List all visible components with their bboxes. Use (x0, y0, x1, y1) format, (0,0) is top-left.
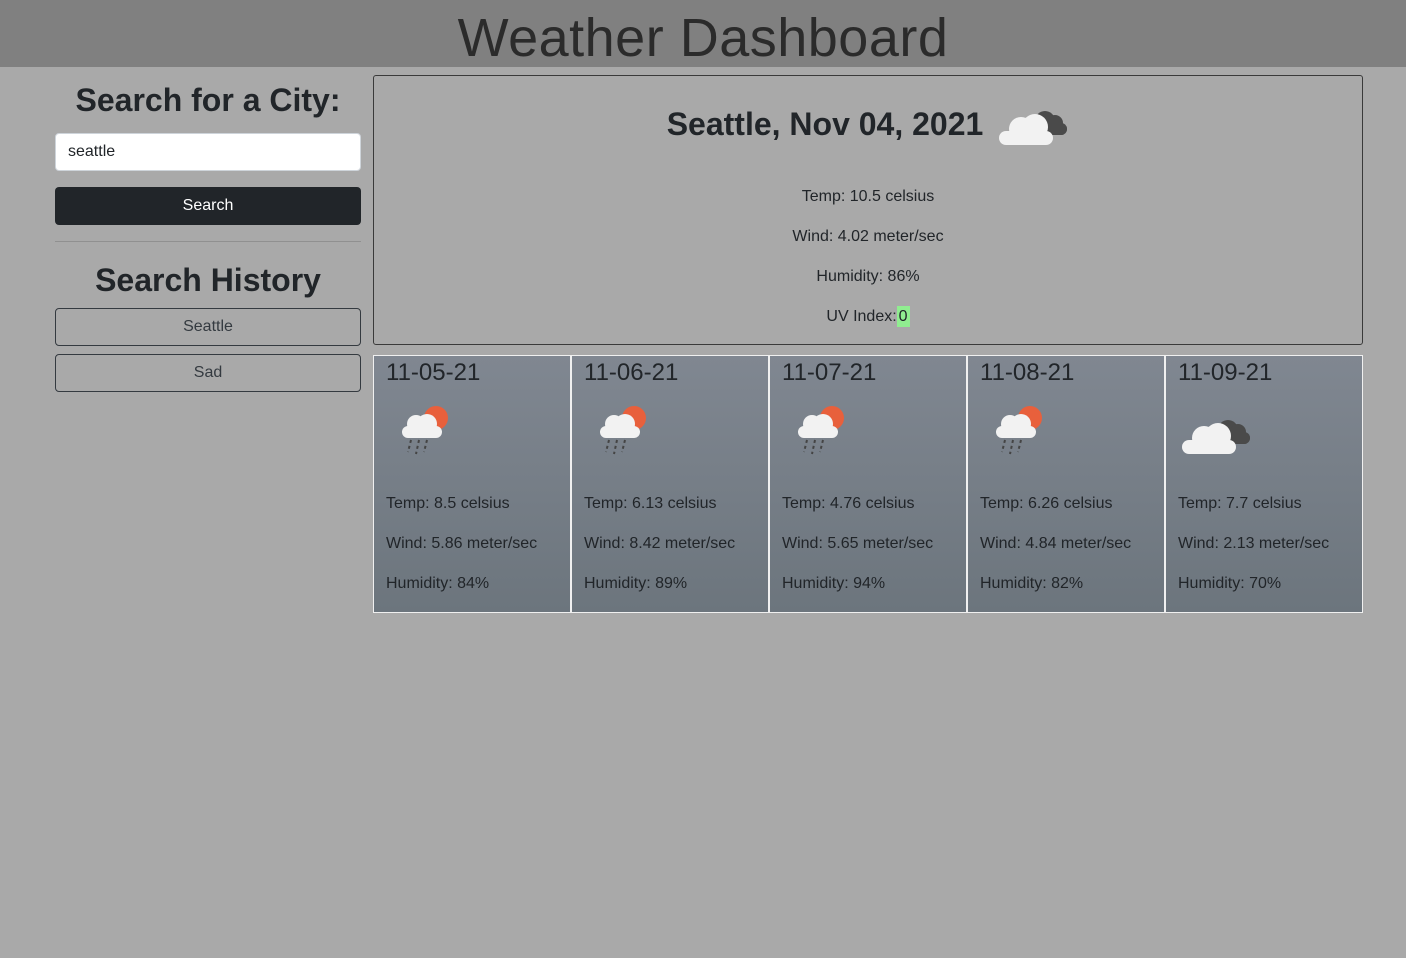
forecast-card: 11-05-21 Temp: 8.5 celsius Wind: 5.86 me… (373, 355, 571, 613)
forecast-humidity: Humidity: 82% (980, 575, 1084, 592)
forecast-temp: Temp: 7.7 celsius (1178, 495, 1302, 512)
forecast-wind: Wind: 8.42 meter/sec (584, 535, 736, 552)
page-header: Weather Dashboard (0, 0, 1406, 67)
forecast-date: 11-05-21 (386, 359, 481, 386)
search-button[interactable]: Search (55, 187, 361, 225)
city-search-input[interactable] (55, 133, 361, 171)
history-item-seattle[interactable]: Seattle (55, 308, 361, 346)
forecast-humidity: Humidity: 84% (386, 575, 490, 592)
forecast-temp: Temp: 8.5 celsius (386, 495, 510, 512)
divider (55, 241, 361, 242)
forecast-wind: Wind: 4.84 meter/sec (980, 535, 1132, 552)
forecast-humidity: Humidity: 70% (1178, 575, 1282, 592)
forecast-date: 11-07-21 (782, 359, 877, 386)
rain-sun-icon (798, 406, 844, 455)
current-weather-panel: Seattle, Nov 04, 2021 Temp: 10.5 celsius… (373, 75, 1363, 345)
history-item-sad[interactable]: Sad (55, 354, 361, 392)
sidebar: Search for a City: Search Search History… (55, 67, 361, 392)
search-title: Search for a City: (75, 82, 341, 118)
rain-sun-icon (996, 406, 1042, 455)
forecast-temp: Temp: 6.13 celsius (584, 495, 717, 512)
current-uv: UV Index: 0 (374, 305, 1362, 329)
forecast-wind: Wind: 5.86 meter/sec (386, 535, 538, 552)
rain-sun-icon (600, 406, 646, 455)
cloudy-icon (1182, 420, 1250, 454)
forecast-temp: Temp: 4.76 celsius (782, 495, 915, 512)
forecast-card: 11-07-21 Temp: 4.76 celsius Wind: 5.65 m… (769, 355, 967, 613)
current-humidity: Humidity: 86% (816, 268, 920, 285)
forecast-temp: Temp: 6.26 celsius (980, 495, 1113, 512)
forecast-date: 11-09-21 (1178, 359, 1273, 386)
forecast-wind: Wind: 2.13 meter/sec (1178, 535, 1330, 552)
forecast-card: 11-08-21 Temp: 6.26 celsius Wind: 4.84 m… (967, 355, 1165, 613)
uv-value-badge: 0 (896, 306, 910, 327)
current-city-date: Seattle, Nov 04, 2021 (666, 105, 984, 142)
forecast-date: 11-08-21 (980, 359, 1075, 386)
current-wind: Wind: 4.02 meter/sec (792, 228, 944, 245)
forecast-card: 11-09-21 Temp: 7.7 celsius Wind: 2.13 me… (1165, 355, 1363, 613)
forecast-wind: Wind: 5.65 meter/sec (782, 535, 934, 552)
page-title: Weather Dashboard (457, 7, 949, 68)
current-temp: Temp: 10.5 celsius (801, 188, 935, 205)
forecast-humidity: Humidity: 94% (782, 575, 886, 592)
forecast-humidity: Humidity: 89% (584, 575, 688, 592)
forecast-date: 11-06-21 (584, 359, 679, 386)
rain-sun-icon (402, 406, 448, 455)
five-day-forecast: 11-05-21 Temp: 8.5 celsius Wind: 5.86 me… (373, 355, 1363, 613)
uv-label: UV Index: (826, 308, 897, 325)
cloudy-icon (999, 111, 1068, 145)
search-history-title: Search History (95, 262, 321, 298)
forecast-card: 11-06-21 Temp: 6.13 celsius Wind: 8.42 m… (571, 355, 769, 613)
